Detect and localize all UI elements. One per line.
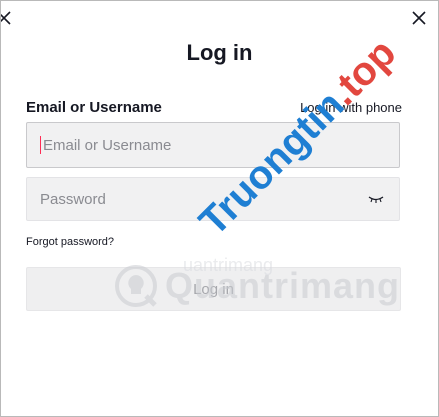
forgot-password-link[interactable]: Forgot password? xyxy=(26,236,114,248)
username-label-row: Email or Username Log in with phone xyxy=(26,99,402,116)
username-field-wrapper xyxy=(26,122,400,168)
username-label: Email or Username xyxy=(26,99,162,116)
close-icon[interactable] xyxy=(1,7,15,29)
text-caret xyxy=(40,136,41,154)
password-field-wrapper xyxy=(26,177,400,221)
eye-closed-icon[interactable] xyxy=(367,193,385,205)
username-input[interactable] xyxy=(27,136,399,154)
page-title: Log in xyxy=(186,40,253,65)
login-modal: Log in Email or Username Log in with pho… xyxy=(0,0,439,417)
login-button[interactable]: Log in xyxy=(26,267,401,311)
close-icon[interactable] xyxy=(408,7,430,29)
login-with-phone-link[interactable]: Log in with phone xyxy=(300,100,402,115)
password-input[interactable] xyxy=(27,190,399,208)
